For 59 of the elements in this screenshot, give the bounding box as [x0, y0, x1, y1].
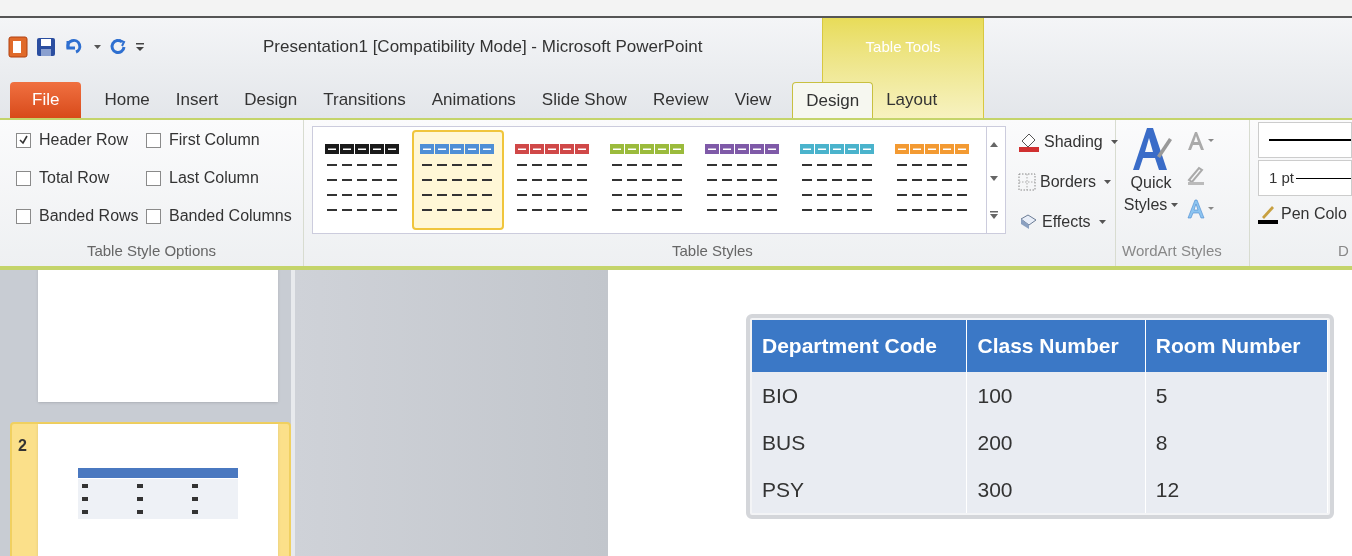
ribbon-command[interactable]: Effects [1018, 210, 1118, 234]
app-logo-icon [8, 36, 28, 58]
caret-icon [1098, 219, 1106, 225]
table-cell: PSY [752, 466, 967, 513]
slide-thumbnail-frame[interactable]: 2 [10, 422, 291, 556]
ribbon-command[interactable]: Shading [1018, 130, 1118, 154]
group-label: Table Style Options [85, 240, 218, 261]
checkbox-label: Banded Rows [39, 206, 139, 226]
quick-styles-button[interactable]: Quick Styles [1122, 126, 1180, 220]
caret-icon [1171, 203, 1179, 209]
pen-color-button[interactable]: Pen Colo [1258, 202, 1352, 226]
ribbon-tab[interactable]: Transitions [310, 82, 419, 118]
checkbox-label: Banded Columns [169, 206, 292, 226]
borders-icon [1018, 173, 1036, 191]
checkbox[interactable] [16, 170, 31, 186]
caret-icon [1110, 139, 1118, 145]
effects-icon [1018, 213, 1038, 231]
table-style-swatch[interactable] [412, 130, 504, 230]
table-cell: 12 [1145, 466, 1328, 513]
scroll-up-icon[interactable] [989, 140, 999, 149]
ribbon-tab[interactable]: View [721, 82, 785, 118]
ribbon-tab[interactable]: Home [91, 82, 163, 118]
customize-toolbar-icon[interactable] [135, 40, 145, 54]
paint-bucket-icon [1018, 132, 1040, 152]
scroll-down-icon[interactable] [989, 175, 999, 183]
checkbox[interactable] [146, 170, 161, 186]
ribbon-tab[interactable]: Layout [873, 82, 951, 118]
ribbon-tab[interactable]: Slide Show [528, 82, 640, 118]
ribbon-tab[interactable]: Insert [162, 82, 232, 118]
pen-style-field[interactable] [1258, 122, 1352, 158]
undo-icon[interactable] [64, 38, 82, 56]
ribbon-tab[interactable]: Review [639, 82, 722, 118]
group-label: WordArt Styles [1122, 240, 1223, 261]
pen-weight-field[interactable]: 1 pt [1258, 160, 1352, 196]
more-icon[interactable] [989, 209, 999, 220]
checkbox[interactable] [146, 132, 161, 148]
group-label: D [1337, 240, 1350, 261]
caret-icon [94, 44, 101, 50]
checkbox-label: Total Row [39, 168, 110, 188]
slide-number: 2 [18, 437, 27, 454]
save-icon[interactable] [36, 37, 56, 57]
checkbox[interactable] [146, 208, 161, 224]
ribbon-tab[interactable]: Design [792, 82, 874, 118]
contextual-group-label: Table Tools [864, 36, 942, 57]
checkbox[interactable] [16, 132, 31, 148]
group-label: Table Styles [672, 240, 754, 261]
window-title: Presentation1 [Compatibility Mode] - Microsoft PowerPoint [263, 36, 703, 59]
checkbox-label: Header Row [39, 130, 128, 150]
ribbon-tab[interactable]: Animations [418, 82, 529, 118]
checkbox[interactable] [16, 208, 31, 224]
ribbon-command[interactable]: Borders [1018, 170, 1118, 194]
ribbon-tab[interactable]: File [10, 82, 82, 118]
table-cell: 300 [966, 466, 1146, 513]
ribbon-tab[interactable]: Design [231, 82, 311, 118]
checkbox-label: First Column [169, 130, 260, 150]
redo-icon[interactable] [109, 38, 127, 56]
caret-icon [1104, 179, 1112, 185]
pen-icon [1258, 204, 1278, 224]
checkbox-label: Last Column [169, 168, 259, 188]
